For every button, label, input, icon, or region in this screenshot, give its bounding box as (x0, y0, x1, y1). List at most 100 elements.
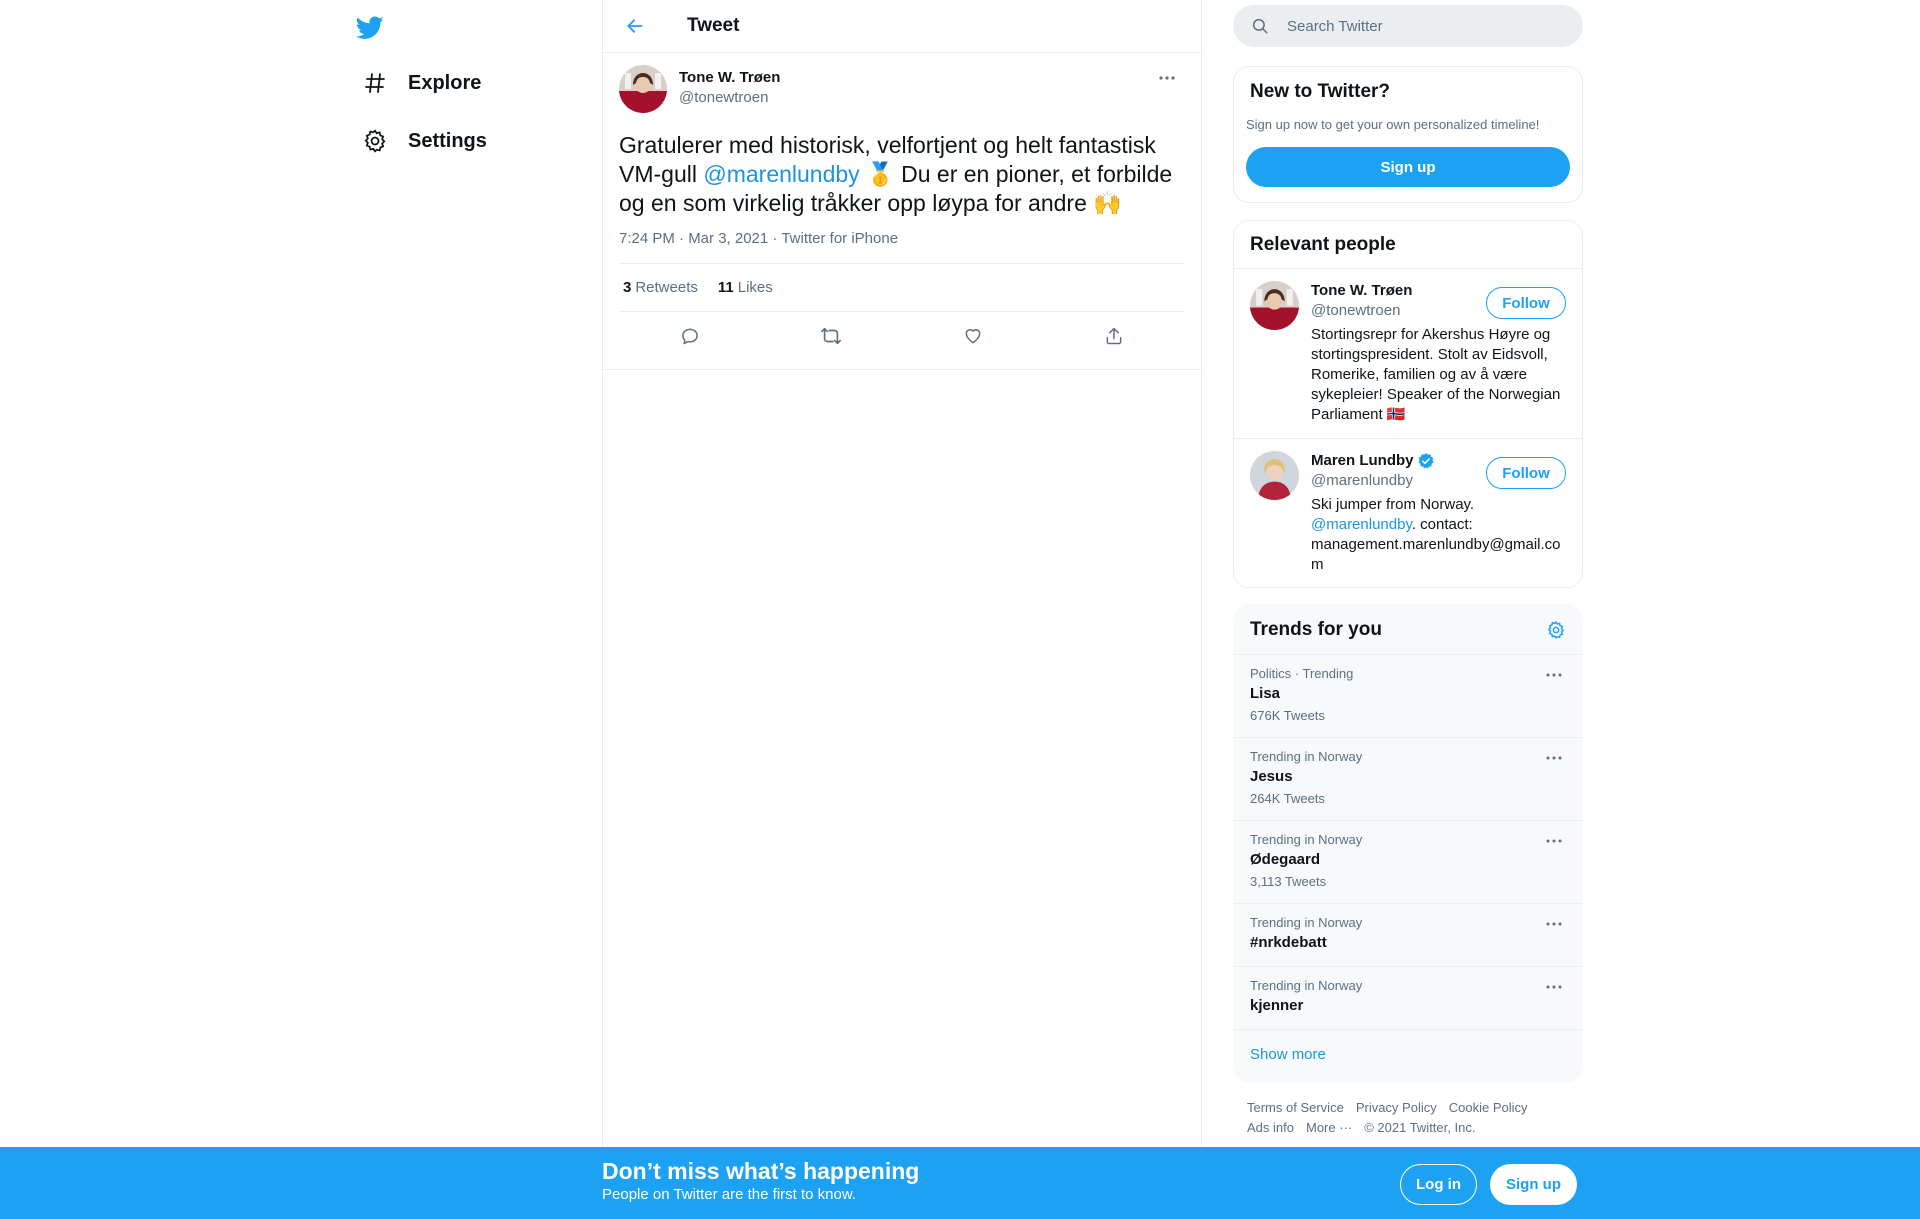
retweets-count: 3 (623, 279, 632, 296)
trend-name: Lisa (1250, 685, 1281, 702)
main-column: Tweet Tone W. Trøen @tonewtroen Gratuler… (602, 0, 1202, 1219)
retweet-button[interactable] (814, 319, 848, 353)
mention-link[interactable]: @marenlundby (1311, 516, 1412, 533)
person-item[interactable]: Maren Lundby @marenlundby Ski jumper fro… (1234, 439, 1582, 587)
likes-count: 11 (717, 279, 734, 296)
trend-context: Trending in Norway (1250, 832, 1363, 847)
trends-card: Trends for you Politics · Trending Lisa … (1233, 604, 1583, 1082)
trend-item[interactable]: Trending in Norway Ødegaard 3,113 Tweets (1234, 821, 1582, 904)
card-subtitle: Sign up now to get your own personalized… (1246, 117, 1540, 132)
tweet-timestamp[interactable]: 7:24 PM · Mar 3, 2021 (619, 230, 768, 247)
trend-name: #nrkdebatt (1250, 934, 1327, 951)
likes-label: Likes (737, 279, 773, 296)
footer-link-privacy[interactable]: Privacy Policy (1356, 1100, 1437, 1115)
bio-text: Ski jumper from Norway. (1311, 496, 1475, 513)
meta-separator: · (768, 230, 782, 247)
person-bio: Ski jumper from Norway. @marenlundby. co… (1311, 495, 1566, 575)
retweets-label: Retweets (635, 279, 698, 296)
trend-context: Trending in Norway (1250, 978, 1363, 993)
nav-item-settings[interactable]: Settings (348, 116, 499, 166)
trend-name: kjenner (1250, 997, 1304, 1014)
avatar[interactable] (1250, 281, 1299, 330)
page-title: Tweet (687, 15, 740, 36)
banner-sign-up-button[interactable]: Sign up (1490, 1164, 1577, 1205)
trend-more-button[interactable] (1542, 665, 1566, 685)
reply-button[interactable] (673, 319, 707, 353)
search-input[interactable] (1287, 17, 1547, 35)
author-handle[interactable]: @tonewtroen (679, 88, 780, 108)
tweet-stats: 3 Retweets 11 Likes (619, 264, 1185, 312)
person-name-text: Maren Lundby (1311, 452, 1414, 469)
card-title: New to Twitter? (1250, 81, 1391, 102)
trend-item[interactable]: Trending in Norway #nrkdebatt (1234, 904, 1582, 967)
person-item[interactable]: Tone W. Trøen @tonewtroen Stortingsrepr … (1234, 269, 1582, 439)
trend-count: 3,113 Tweets (1250, 874, 1327, 889)
reply-icon (681, 328, 698, 345)
follow-button[interactable]: Follow (1486, 457, 1566, 489)
trend-more-button[interactable] (1542, 831, 1566, 851)
show-more-link[interactable]: Show more (1234, 1030, 1582, 1079)
hashtag-icon (360, 68, 390, 98)
trend-name: Ødegaard (1250, 851, 1321, 868)
tweet-source[interactable]: Twitter for iPhone (781, 230, 898, 247)
more-dots-icon (1546, 922, 1562, 926)
verified-badge-icon (1417, 453, 1434, 469)
banner-subtitle: People on Twitter are the first to know. (602, 1186, 857, 1203)
more-dots-icon (1546, 839, 1562, 843)
nav-item-label: Explore (408, 71, 482, 94)
copyright: © 2021 Twitter, Inc. (1364, 1120, 1476, 1135)
tweet-meta: 7:24 PM · Mar 3, 2021 · Twitter for iPho… (619, 230, 1185, 264)
heart-icon (965, 329, 981, 344)
trend-context: Trending in Norway (1250, 749, 1363, 764)
share-icon (1106, 327, 1122, 345)
likes-stat[interactable]: 11 Likes (718, 279, 773, 296)
log-in-button[interactable]: Log in (1400, 1164, 1477, 1205)
gear-icon (1547, 620, 1565, 640)
author-name[interactable]: Tone W. Trøen (679, 68, 780, 88)
retweet-icon (821, 327, 842, 345)
tweet-author: Tone W. Trøen @tonewtroen (619, 65, 1185, 117)
footer-link-cookies[interactable]: Cookie Policy (1449, 1100, 1528, 1115)
trend-count: 676K Tweets (1250, 708, 1325, 723)
divider (603, 369, 1201, 370)
arrow-left-icon (627, 19, 643, 33)
trend-name: Jesus (1250, 768, 1293, 785)
trend-item[interactable]: Trending in Norway Jesus 264K Tweets (1234, 738, 1582, 821)
search-icon (1252, 18, 1268, 34)
mention-link[interactable]: @marenlundby (703, 161, 859, 187)
tweet-actions (619, 312, 1185, 360)
card-title: Trends for you (1250, 619, 1382, 640)
card-title: Relevant people (1250, 234, 1396, 255)
more-dots-icon (1159, 76, 1175, 80)
trend-context: Politics · Trending (1250, 666, 1354, 681)
search-box[interactable] (1233, 5, 1583, 47)
follow-button[interactable]: Follow (1486, 287, 1566, 319)
banner-title: Don’t miss what’s happening (602, 1158, 920, 1184)
nav-item-explore[interactable]: Explore (348, 58, 493, 108)
trend-context: Trending in Norway (1250, 915, 1363, 930)
like-button[interactable] (956, 319, 990, 353)
trend-more-button[interactable] (1542, 977, 1566, 997)
footer-link-terms[interactable]: Terms of Service (1247, 1100, 1344, 1115)
retweets-stat[interactable]: 3 Retweets (623, 279, 698, 296)
twitter-logo-icon[interactable] (352, 10, 388, 46)
person-bio: Stortingsrepr for Akershus Høyre og stor… (1311, 326, 1561, 423)
trend-count: 264K Tweets (1250, 791, 1325, 806)
avatar[interactable] (1250, 451, 1299, 500)
footer-link-more[interactable]: More ··· (1306, 1120, 1352, 1135)
trend-more-button[interactable] (1542, 914, 1566, 934)
more-options-button[interactable] (1151, 67, 1183, 89)
avatar[interactable] (619, 65, 667, 113)
trend-more-button[interactable] (1542, 748, 1566, 768)
footer-links: Terms of Service Privacy Policy Cookie Pol… (1247, 1098, 1577, 1138)
tweet-text: Gratulerer med historisk, velfortjent og… (619, 131, 1185, 218)
footer-link-ads-info[interactable]: Ads info (1247, 1120, 1294, 1135)
back-button[interactable] (617, 8, 653, 44)
sign-up-button[interactable]: Sign up (1246, 147, 1570, 187)
share-button[interactable] (1097, 319, 1131, 353)
trend-item[interactable]: Trending in Norway kjenner (1234, 967, 1582, 1030)
trend-item[interactable]: Politics · Trending Lisa 676K Tweets (1234, 655, 1582, 738)
new-to-twitter-card: New to Twitter? Sign up now to get your … (1233, 66, 1583, 203)
nav-item-label: Settings (408, 129, 487, 152)
trends-settings-button[interactable] (1544, 618, 1568, 642)
